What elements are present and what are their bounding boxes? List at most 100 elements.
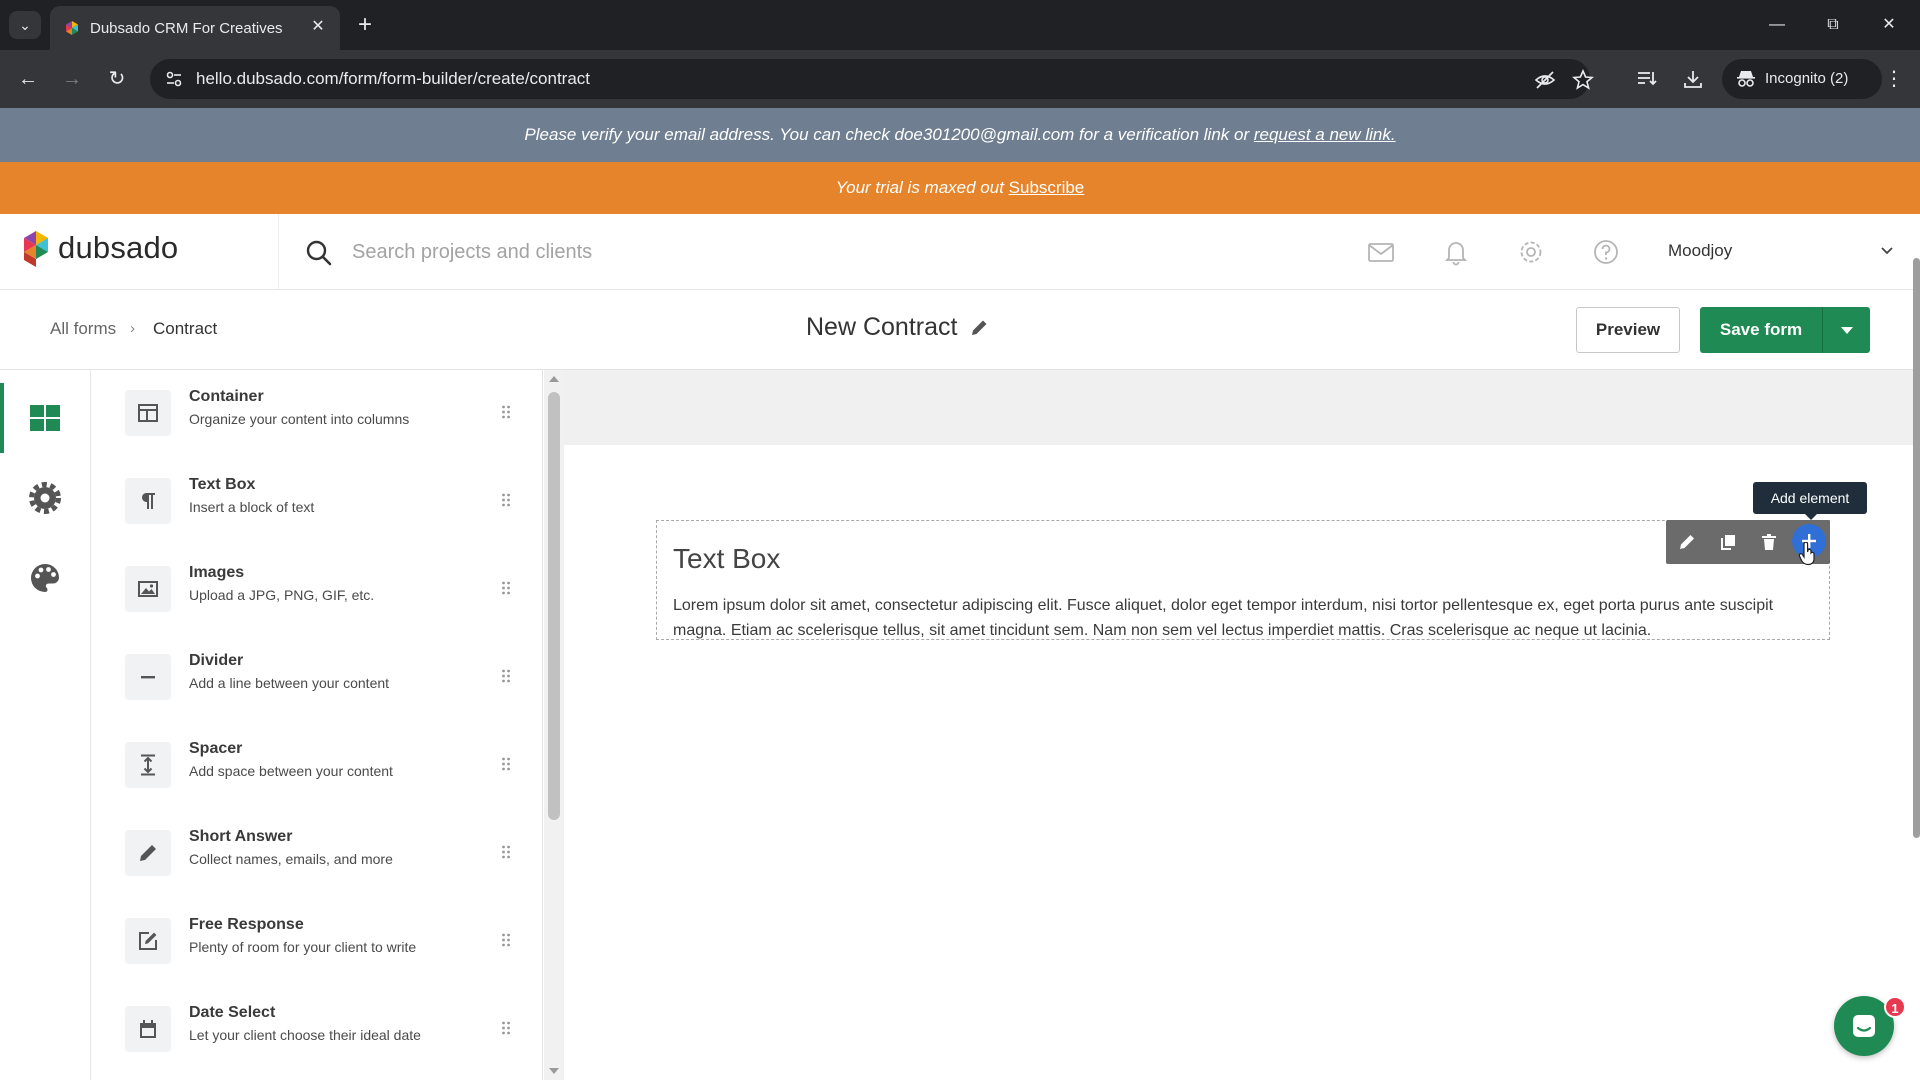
element-text-box[interactable]: Text Box Insert a block of text [91, 458, 531, 546]
element-short-answer[interactable]: Short Answer Collect names, emails, and … [91, 810, 531, 898]
drag-handle-icon[interactable] [501, 580, 511, 596]
save-form-button[interactable]: Save form [1700, 307, 1822, 353]
element-spacer[interactable]: Spacer Add space between your content [91, 722, 531, 810]
form-title: New Contract [806, 313, 958, 341]
browser-tab[interactable]: Dubsado CRM For Creatives ✕ [50, 6, 340, 50]
gear-icon [29, 482, 61, 514]
site-info-icon[interactable] [164, 69, 184, 89]
element-icon-box [125, 1006, 171, 1052]
drag-handle-icon[interactable] [501, 844, 511, 860]
duplicate-block-button[interactable] [1707, 520, 1748, 564]
drag-handle-icon[interactable] [501, 668, 511, 684]
element-description: Organize your content into columns [189, 411, 410, 427]
bookmark-star-icon[interactable] [1572, 69, 1594, 91]
element-icon-box [125, 830, 171, 876]
element-container[interactable]: Container Organize your content into col… [91, 370, 531, 458]
user-name[interactable]: Moodjoy [1668, 241, 1732, 261]
rail-elements[interactable] [0, 383, 91, 453]
browser-menu-icon[interactable]: ⋮ [1880, 65, 1908, 93]
bell-icon[interactable] [1441, 237, 1471, 267]
builder-side-rail [0, 370, 91, 1080]
rail-settings[interactable] [0, 463, 91, 533]
canvas-text-box-block[interactable]: Text Box Lorem ipsum dolor sit amet, con… [656, 520, 1830, 640]
calendar-icon [140, 1020, 156, 1038]
eye-off-icon[interactable] [1534, 69, 1556, 91]
download-icon[interactable] [1682, 68, 1704, 90]
element-description: Upload a JPG, PNG, GIF, etc. [189, 587, 375, 603]
element-images[interactable]: Images Upload a JPG, PNG, GIF, etc. [91, 546, 531, 634]
new-tab-button[interactable]: + [352, 12, 378, 38]
tab-title: Dubsado CRM For Creatives [90, 20, 283, 37]
search-icon[interactable] [305, 239, 333, 267]
element-description: Add a line between your content [189, 675, 390, 691]
element-name: Spacer [189, 740, 243, 757]
search-input[interactable] [352, 234, 1272, 270]
edit-title-pencil-icon[interactable] [968, 317, 990, 339]
forward-button[interactable]: → [58, 65, 86, 93]
address-bar[interactable]: hello.dubsado.com/form/form-builder/crea… [150, 59, 1594, 99]
rail-theme[interactable] [0, 543, 91, 613]
settings-gear-icon[interactable] [1516, 237, 1546, 267]
copy-icon [1721, 535, 1735, 550]
save-options-dropdown[interactable] [1822, 307, 1870, 353]
paragraph-icon [141, 493, 155, 509]
back-button[interactable]: ← [14, 65, 42, 93]
image-icon [138, 581, 158, 597]
element-name: Date Select [189, 1004, 276, 1021]
dubsado-logo-icon[interactable] [22, 227, 50, 271]
tab-close-icon[interactable]: ✕ [308, 17, 328, 37]
browser-tab-bar: ⌄ Dubsado CRM For Creatives ✕ + — ⧉ ✕ [0, 0, 1920, 50]
minimize-button[interactable]: — [1762, 12, 1792, 38]
edit-box-icon [139, 932, 157, 950]
caret-down-icon [1841, 327, 1853, 334]
breadcrumb-current: Contract [153, 319, 218, 338]
verify-email-banner: Please verify your email address. You ca… [0, 108, 1920, 162]
palette-icon [31, 564, 59, 592]
elements-scrollbar[interactable] [544, 370, 564, 1080]
breadcrumb-all-forms[interactable]: All forms [50, 319, 116, 339]
reload-button[interactable]: ↻ [103, 65, 131, 93]
element-name: Divider [189, 652, 244, 669]
element-divider[interactable]: Divider Add a line between your content [91, 634, 531, 722]
divider-icon [141, 676, 155, 679]
breadcrumb-separator-icon: › [130, 320, 135, 337]
preview-button[interactable]: Preview [1576, 307, 1680, 353]
element-icon-box [125, 390, 171, 436]
subscribe-link[interactable]: Subscribe [1009, 178, 1085, 197]
canvas-header-strip [564, 370, 1914, 445]
text-box-title[interactable]: Text Box [673, 543, 780, 575]
close-window-button[interactable]: ✕ [1874, 12, 1904, 38]
drag-handle-icon[interactable] [501, 756, 511, 772]
reading-list-icon[interactable] [1636, 68, 1658, 90]
drag-handle-icon[interactable] [501, 932, 511, 948]
incognito-indicator[interactable]: Incognito (2) [1722, 59, 1882, 99]
request-new-link[interactable]: request a new link. [1254, 125, 1396, 144]
elements-grid-icon [30, 405, 60, 431]
element-description: Plenty of room for your client to write [189, 939, 417, 955]
delete-block-button[interactable] [1748, 520, 1789, 564]
element-date-select[interactable]: Date Select Let your client choose their… [91, 986, 531, 1074]
scroll-up-arrow-icon[interactable] [549, 376, 559, 382]
element-icon-box [125, 918, 171, 964]
scroll-thumb[interactable] [548, 392, 560, 820]
incognito-icon [1737, 71, 1755, 87]
url-text: hello.dubsado.com/form/form-builder/crea… [196, 69, 591, 88]
element-free-response[interactable]: Free Response Plenty of room for your cl… [91, 898, 531, 986]
drag-handle-icon[interactable] [501, 1020, 511, 1036]
restore-button[interactable]: ⧉ [1818, 12, 1848, 38]
element-icon-box [125, 742, 171, 788]
logo-text[interactable]: dubsado [58, 230, 178, 266]
edit-block-button[interactable] [1666, 520, 1707, 564]
add-element-tooltip: Add element [1753, 482, 1867, 520]
tab-search-button[interactable]: ⌄ [9, 11, 41, 39]
help-icon[interactable] [1591, 237, 1621, 267]
drag-handle-icon[interactable] [501, 404, 511, 420]
scroll-down-arrow-icon[interactable] [549, 1068, 559, 1074]
text-box-body[interactable]: Lorem ipsum dolor sit amet, consectetur … [673, 593, 1813, 643]
mail-icon[interactable] [1366, 237, 1396, 267]
form-canvas[interactable] [564, 370, 1914, 1080]
pencil-icon [1680, 535, 1694, 549]
page-scrollbar[interactable] [1913, 258, 1920, 838]
drag-handle-icon[interactable] [501, 492, 511, 508]
chevron-down-icon[interactable] [1878, 241, 1896, 259]
